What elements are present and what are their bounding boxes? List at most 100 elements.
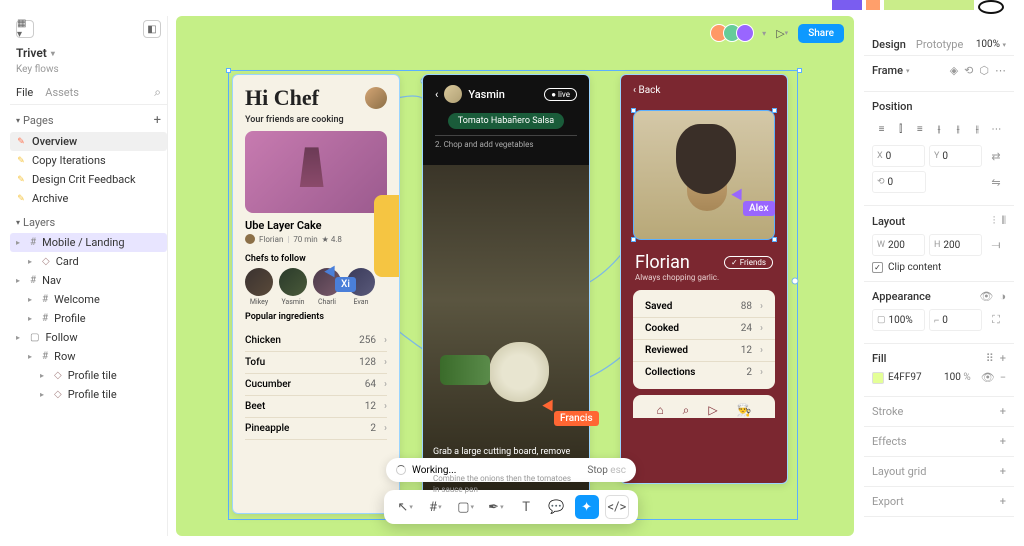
move-tool[interactable]: ↖▾ [393,495,417,519]
export-label[interactable]: Export [872,495,904,508]
collaborator-avatars[interactable] [715,24,754,42]
page-item[interactable]: ✎Archive [10,189,167,208]
stat-row[interactable]: Saved88› [633,296,775,318]
ai-tool[interactable]: ✦ [575,495,599,519]
layers-title[interactable]: Layers [23,216,55,229]
ingredient-row[interactable]: Tofu128› [245,352,387,374]
grid-add-icon[interactable]: + [1000,465,1006,478]
align-bottom-icon[interactable]: ⫲ [968,119,987,139]
nav-home-icon[interactable]: ⌂ [656,403,663,418]
recipe-card[interactable] [245,131,387,213]
effects-label[interactable]: Effects [872,435,907,448]
chef-avatar[interactable]: Yasmin [279,268,307,306]
ingredient-row[interactable]: Cucumber64› [245,374,387,396]
fill-swatch[interactable] [872,372,884,384]
stat-row[interactable]: Reviewed12› [633,340,775,362]
tab-assets[interactable]: Assets [45,86,79,99]
resize-icon[interactable]: ⟲ [964,64,973,77]
frame-welcome[interactable]: Hi Chef Your friends are cooking Ube Lay… [232,74,400,514]
align-vcenter-icon[interactable]: ⫲ [949,119,968,139]
bottom-nav[interactable]: ⌂ ⌕ ▷ 👨‍🍳 [633,395,775,418]
nav-chef-icon[interactable]: 👨‍🍳 [737,403,752,418]
tab-file[interactable]: File [16,86,33,99]
add-page-icon[interactable]: + [154,113,161,128]
figma-menu-icon[interactable]: ▦ ▾ [16,20,34,38]
fill-remove-icon[interactable]: − [1000,371,1006,384]
x-field[interactable]: X0 [872,145,925,167]
page-item[interactable]: ✎Copy Iterations [10,151,167,170]
stream-user[interactable]: ‹ Yasmin [435,85,505,103]
layer-item[interactable]: ▸#Welcome [10,290,167,309]
layer-item[interactable]: ▸◇Profile tile [10,385,167,404]
recipe-card-peek[interactable] [374,195,400,277]
tab-prototype[interactable]: Prototype [916,38,963,51]
fill-opacity[interactable]: 100 % [944,372,971,383]
link-dims-icon[interactable]: ⟞ [986,234,1006,256]
ingredient-row[interactable]: Pineapple2› [245,418,387,440]
layer-item[interactable]: ▸#Nav [10,271,167,290]
pages-title[interactable]: Pages [23,114,54,127]
frame-profile[interactable]: ‹ Back Florian ✓ Friends Always chopping… [620,74,788,484]
more-icon[interactable]: ⋯ [995,64,1006,77]
canvas[interactable]: Hi Chef Your friends are cooking Ube Lay… [176,16,854,536]
transform-icon[interactable]: ⇄ [986,145,1006,167]
shape-tool[interactable]: ▢▾ [454,495,478,519]
layer-item[interactable]: ▸#Row [10,347,167,366]
profile-photo[interactable] [633,110,775,240]
fill-visibility-icon[interactable]: 👁 [981,371,995,384]
flip-icon[interactable]: ⇋ [986,171,1006,193]
align-right-icon[interactable]: ≡ [910,119,929,139]
stop-button[interactable]: Stop esc [587,465,626,476]
pen-tool[interactable]: ✒▾ [484,495,508,519]
stat-row[interactable]: Collections2› [633,362,775,383]
align-more-icon[interactable]: ⋯ [987,119,1006,139]
rotation-field[interactable]: ⟲0 [872,171,926,193]
comment-tool[interactable]: 💬 [544,495,568,519]
layer-item[interactable]: ▸#Profile [10,309,167,328]
effects-add-icon[interactable]: + [1000,435,1006,448]
zoom-level[interactable]: 100% ▾ [976,39,1006,50]
panel-toggle-icon[interactable]: ◧ [143,20,161,38]
autolayout-h-icon[interactable]: ⫴ [1001,214,1006,228]
search-icon[interactable]: ⌕ [154,85,161,100]
corner-field[interactable]: ⌐0 [929,309,982,331]
file-name[interactable]: Trivet▾ [10,42,167,64]
page-item[interactable]: ✎Overview [10,132,167,151]
stroke-add-icon[interactable]: + [1000,405,1006,418]
corner-detail-icon[interactable]: ⛶ [986,309,1006,331]
nav-video-icon[interactable]: ▷ [708,403,717,418]
fill-add-icon[interactable]: + [1000,352,1006,365]
clip-content-checkbox[interactable]: ✓Clip content [872,260,1006,273]
layout-grid-label[interactable]: Layout grid [872,465,926,478]
frame-tool[interactable]: #▾ [423,495,447,519]
dev-mode-tool[interactable]: </> [605,495,629,519]
blend-icon[interactable]: ◑ [999,290,1006,303]
frame-live-video[interactable]: ‹ Yasmin ● live Tomato Habañero Salsa 2.… [422,74,590,504]
layer-item[interactable]: ▸◇Card [10,252,167,271]
tab-design[interactable]: Design [872,38,906,51]
present-button[interactable]: ▷▾ [774,25,790,41]
align-top-icon[interactable]: ⫲ [929,119,948,139]
page-item[interactable]: ✎Design Crit Feedback [10,170,167,189]
back-button[interactable]: ‹ Back [621,75,787,106]
fill-hex[interactable]: E4FF97 [888,372,922,383]
fit-icon[interactable]: ◈ [950,64,958,77]
friends-badge[interactable]: ✓ Friends [724,256,773,269]
height-field[interactable]: H200 [929,234,982,256]
ingredient-row[interactable]: Chicken256› [245,330,387,352]
align-left-icon[interactable]: ≡ [872,119,891,139]
layer-item[interactable]: ▸#Mobile / Landing [10,233,167,252]
visibility-icon[interactable]: 👁 [979,290,993,303]
export-add-icon[interactable]: + [1000,495,1006,508]
text-tool[interactable]: T [514,495,538,519]
y-field[interactable]: Y0 [929,145,982,167]
frame-dropdown[interactable]: Frame▾ [872,64,910,77]
fill-style-icon[interactable]: ⠿ [986,352,994,365]
layer-item[interactable]: ▸▢Follow [10,328,167,347]
stroke-label[interactable]: Stroke [872,405,903,418]
component-icon[interactable]: ⬡ [979,64,989,77]
opacity-field[interactable]: ▢100% [872,309,925,331]
width-field[interactable]: W200 [872,234,925,256]
layer-item[interactable]: ▸◇Profile tile [10,366,167,385]
stat-row[interactable]: Cooked24› [633,318,775,340]
